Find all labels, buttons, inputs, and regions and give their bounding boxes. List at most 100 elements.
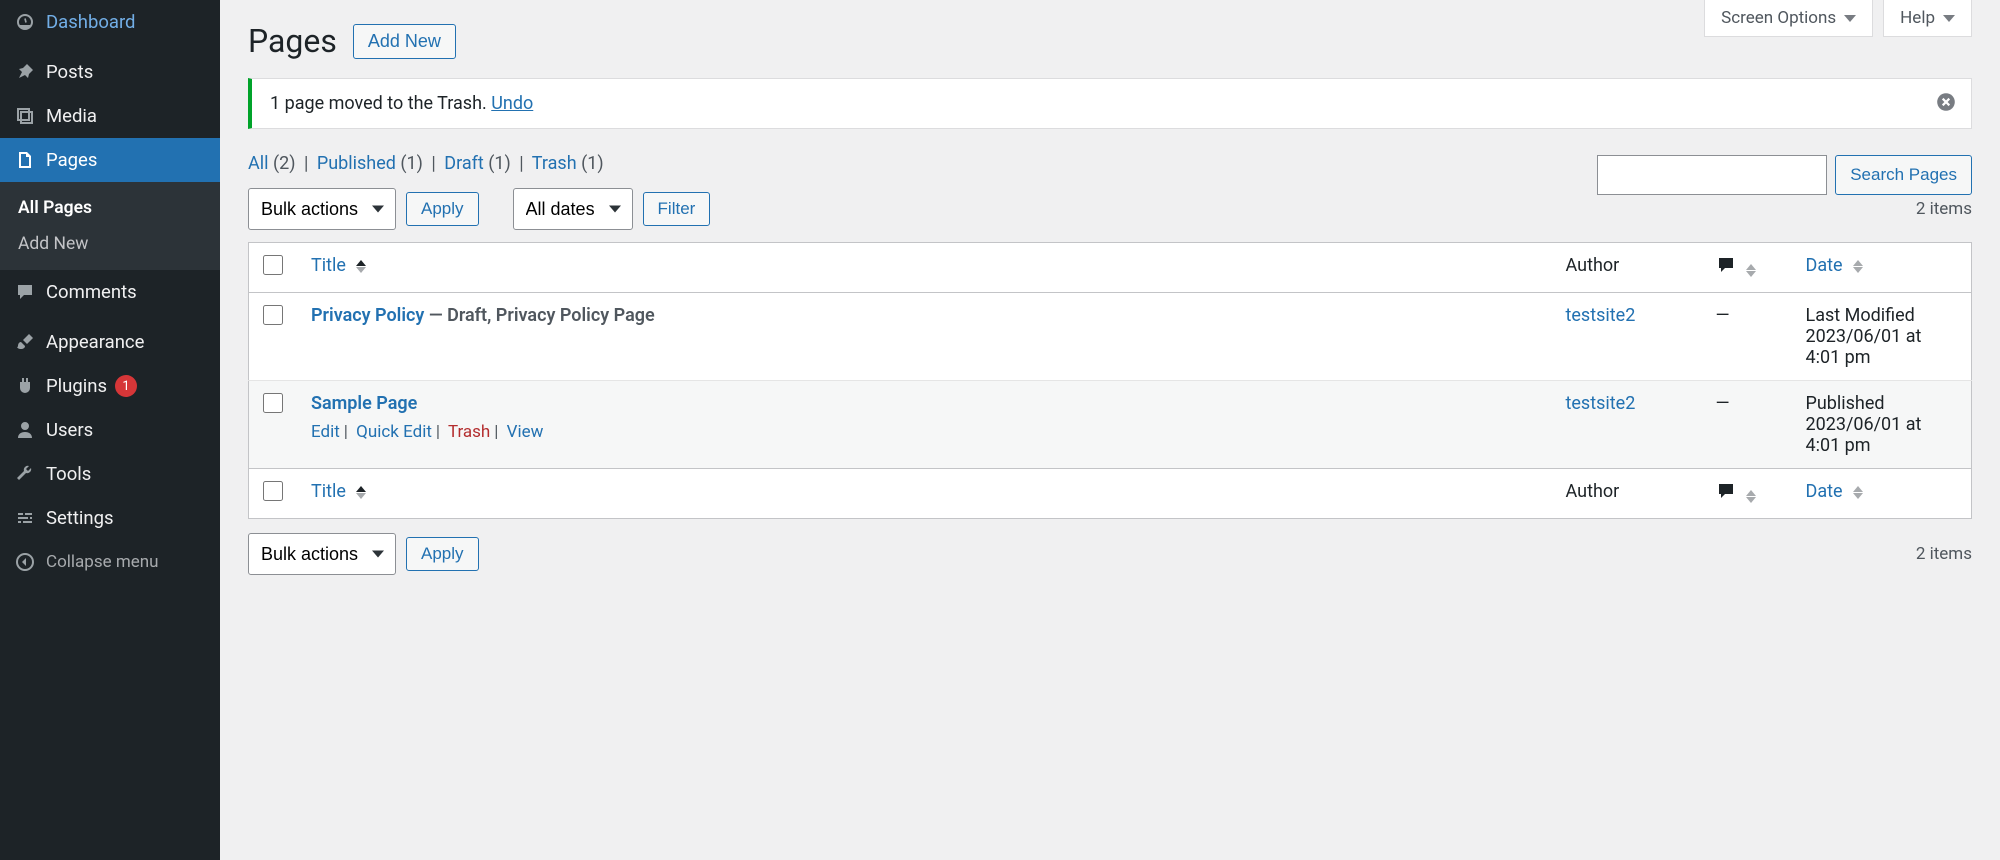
view-link[interactable]: View [507, 422, 544, 442]
main-content: Screen Options Help Pages Add New 1 page… [220, 0, 2000, 860]
trash-link[interactable]: Trash [448, 422, 490, 442]
sidebar-item-dashboard[interactable]: Dashboard [0, 0, 220, 44]
sort-indicator-icon [1746, 264, 1756, 277]
admin-sidebar: Dashboard Posts Media Pages All Pages Ad… [0, 0, 220, 860]
sidebar-item-label: Tools [46, 463, 91, 485]
row-actions: Edit| Quick Edit| Trash| View [311, 422, 1538, 442]
bulk-actions-select[interactable]: Bulk actions [248, 188, 396, 230]
search-pages-button[interactable]: Search Pages [1835, 155, 1972, 195]
item-count-bottom: 2 items [1916, 544, 1972, 564]
page-title-link[interactable]: Sample Page [311, 393, 417, 414]
collapse-label: Collapse menu [46, 552, 159, 572]
sidebar-item-appearance[interactable]: Appearance [0, 320, 220, 364]
sidebar-item-label: Media [46, 105, 97, 127]
sidebar-item-label: Dashboard [46, 11, 135, 33]
row-checkbox[interactable] [263, 305, 283, 325]
sort-indicator-icon [356, 486, 366, 499]
comments-cell: — [1702, 293, 1792, 381]
sort-indicator-icon [1853, 260, 1863, 273]
quick-edit-link[interactable]: Quick Edit [356, 422, 432, 442]
sidebar-item-pages[interactable]: Pages [0, 138, 220, 182]
table-row: Sample Page Edit| Quick Edit| Trash| Vie… [249, 381, 1972, 469]
sort-by-date-footer[interactable]: Date [1806, 481, 1843, 502]
filter-published-link[interactable]: Published [317, 153, 396, 174]
sidebar-item-label: Users [46, 419, 93, 441]
pages-icon [14, 149, 36, 171]
brush-icon [14, 331, 36, 353]
column-author: Author [1552, 243, 1702, 293]
dashboard-icon [14, 11, 36, 33]
collapse-menu-button[interactable]: Collapse menu [0, 540, 220, 584]
item-count-top: 2 items [1916, 199, 1972, 219]
sidebar-subitem-add-new[interactable]: Add New [0, 226, 220, 262]
column-comments[interactable] [1702, 243, 1792, 293]
dismiss-notice-button[interactable] [1935, 91, 1959, 115]
sidebar-item-posts[interactable]: Posts [0, 50, 220, 94]
sort-by-date[interactable]: Date [1806, 255, 1843, 276]
table-row: Privacy Policy — Draft, Privacy Policy P… [249, 293, 1972, 381]
add-new-button[interactable]: Add New [353, 24, 456, 59]
user-icon [14, 419, 36, 441]
apply-bulk-button[interactable]: Apply [406, 192, 479, 226]
sidebar-item-label: Posts [46, 61, 93, 83]
help-tab[interactable]: Help [1883, 0, 1972, 37]
sidebar-item-settings[interactable]: Settings [0, 496, 220, 540]
sidebar-item-users[interactable]: Users [0, 408, 220, 452]
column-comments-footer[interactable] [1702, 469, 1792, 519]
filter-trash-count: (1) [581, 153, 604, 174]
sidebar-item-label: Appearance [46, 331, 144, 353]
filter-draft-count: (1) [488, 153, 511, 174]
plug-icon [14, 375, 36, 397]
filter-all-count: (2) [273, 153, 296, 174]
screen-options-tab[interactable]: Screen Options [1704, 0, 1873, 37]
date-cell: Published 2023/06/01 at 4:01 pm [1792, 381, 1972, 469]
search-input[interactable] [1597, 155, 1827, 195]
sidebar-item-plugins[interactable]: Plugins 1 [0, 364, 220, 408]
chevron-down-icon [1943, 15, 1955, 22]
sort-indicator-icon [1746, 490, 1756, 503]
author-link[interactable]: testsite2 [1566, 393, 1636, 414]
filter-button[interactable]: Filter [643, 192, 711, 226]
select-all-checkbox-footer[interactable] [263, 481, 283, 501]
sort-by-title-footer[interactable]: Title [311, 481, 346, 502]
pin-icon [14, 61, 36, 83]
author-link[interactable]: testsite2 [1566, 305, 1636, 326]
pages-table: Title Author Date Privacy Policy — Draft… [248, 242, 1972, 519]
select-all-checkbox[interactable] [263, 255, 283, 275]
filter-all-link[interactable]: All [248, 153, 269, 174]
sort-indicator-icon [1853, 486, 1863, 499]
sidebar-item-tools[interactable]: Tools [0, 452, 220, 496]
contextual-tabs: Screen Options Help [1704, 0, 1972, 37]
undo-link[interactable]: Undo [491, 93, 533, 114]
screen-options-label: Screen Options [1721, 8, 1836, 28]
comment-icon [14, 281, 36, 303]
date-cell: Last Modified 2023/06/01 at 4:01 pm [1792, 293, 1972, 381]
sidebar-item-comments[interactable]: Comments [0, 270, 220, 314]
page-title: Pages [248, 22, 337, 60]
sort-by-title[interactable]: Title [311, 255, 346, 276]
filter-published-count: (1) [400, 153, 423, 174]
sort-indicator-icon [356, 260, 366, 273]
column-author-footer: Author [1552, 469, 1702, 519]
comment-icon [1716, 481, 1736, 501]
admin-notice: 1 page moved to the Trash. Undo [248, 78, 1972, 129]
apply-bulk-button-bottom[interactable]: Apply [406, 537, 479, 571]
filter-draft-link[interactable]: Draft [444, 153, 484, 174]
edit-link[interactable]: Edit [311, 422, 340, 442]
notice-text: 1 page moved to the Trash. [270, 93, 487, 114]
row-checkbox[interactable] [263, 393, 283, 413]
sidebar-subitem-all-pages[interactable]: All Pages [0, 190, 220, 226]
bulk-actions-select-bottom[interactable]: Bulk actions [248, 533, 396, 575]
sidebar-submenu-pages: All Pages Add New [0, 182, 220, 270]
sidebar-item-label: Plugins [46, 375, 107, 397]
collapse-icon [14, 551, 36, 573]
wrench-icon [14, 463, 36, 485]
comment-icon [1716, 255, 1736, 275]
sidebar-item-label: Pages [46, 149, 97, 171]
filter-trash-link[interactable]: Trash [532, 153, 577, 174]
sidebar-item-label: Comments [46, 281, 137, 303]
date-filter-select[interactable]: All dates [513, 188, 633, 230]
page-state: — Draft, Privacy Policy Page [424, 305, 654, 326]
page-title-link[interactable]: Privacy Policy [311, 305, 424, 326]
sidebar-item-media[interactable]: Media [0, 94, 220, 138]
